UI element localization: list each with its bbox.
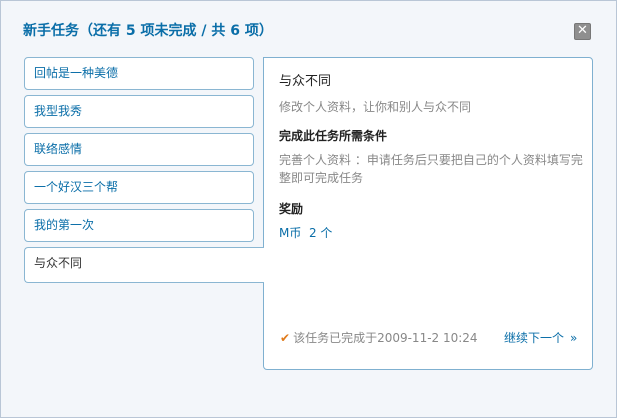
check-icon: ✔: [280, 331, 291, 345]
completion-status: ✔ 该任务已完成于2009-11-2 10:24: [280, 329, 478, 346]
chevron-right-icon: »: [570, 331, 578, 345]
detail-title: 与众不同: [279, 74, 332, 89]
task-item-5[interactable]: 我的第一次: [24, 209, 254, 242]
reward-value: M币 2 个: [279, 226, 333, 240]
condition-heading: 完成此任务所需条件: [279, 129, 388, 143]
next-task-link[interactable]: 继续下一个 »: [504, 329, 577, 346]
close-button[interactable]: ✕: [574, 23, 591, 40]
dialog-title: 新手任务（还有 5 项未完成 / 共 6 项）: [23, 23, 273, 39]
next-task-label: 继续下一个: [504, 331, 565, 345]
task-detail-panel: 与众不同 修改个人资料，让你和别人与众不同 完成此任务所需条件 完善个人资料 ：…: [263, 57, 593, 370]
reward-heading: 奖励: [279, 202, 304, 216]
task-item-2[interactable]: 我型我秀: [24, 95, 254, 128]
task-item-6-selected[interactable]: 与众不同: [24, 247, 264, 283]
task-item-3[interactable]: 联络感情: [24, 133, 254, 166]
task-item-4[interactable]: 一个好汉三个帮: [24, 171, 254, 204]
completion-text: 该任务已完成于2009-11-2 10:24: [293, 331, 478, 345]
detail-description: 修改个人资料，让你和别人与众不同: [279, 100, 472, 114]
task-dialog: 新手任务（还有 5 项未完成 / 共 6 项） ✕ 回帖是一种美德 我型我秀 联…: [0, 0, 617, 418]
condition-text: 完善个人资料 ：申请任务后只要把自己的个人资料填写完整即可完成任务: [279, 153, 583, 185]
close-icon: ✕: [577, 23, 588, 38]
task-item-1[interactable]: 回帖是一种美德: [24, 57, 254, 90]
